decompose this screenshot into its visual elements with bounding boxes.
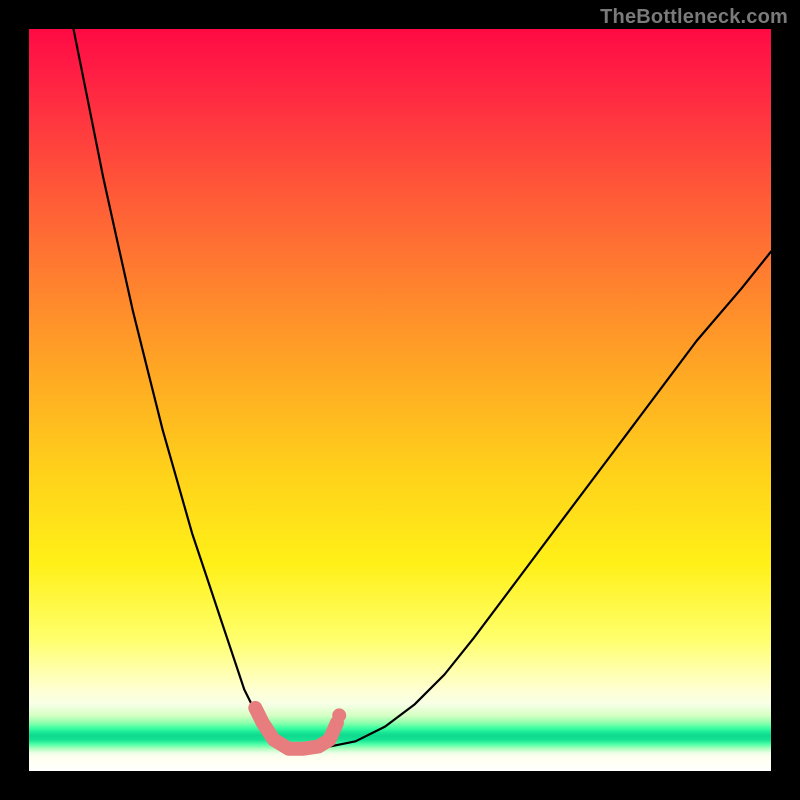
optimal-range-marker <box>255 708 337 749</box>
optimal-marker-dot <box>332 708 346 722</box>
optimal-marker <box>255 708 346 749</box>
plot-area <box>29 29 771 771</box>
chart-frame: TheBottleneck.com <box>0 0 800 800</box>
watermark-text: TheBottleneck.com <box>600 6 788 29</box>
bottleneck-curve-left <box>74 29 289 749</box>
chart-svg <box>29 29 771 771</box>
bottleneck-curve <box>74 29 772 749</box>
bottleneck-curve-right <box>289 252 771 749</box>
